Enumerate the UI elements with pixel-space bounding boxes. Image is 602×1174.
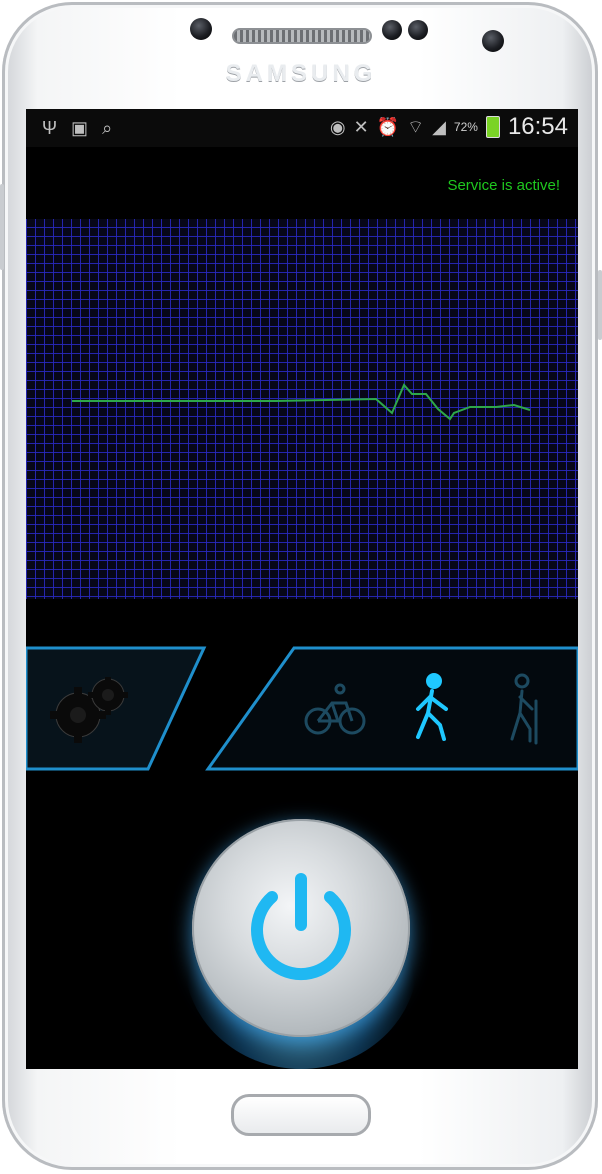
hiking-person-icon [510,673,538,745]
wifi-icon: ⌔ [407,117,425,137]
mode-cycling-button[interactable] [302,669,368,745]
usb-icon: Ψ [42,118,58,138]
earpiece-speaker [232,28,372,44]
gears-icon [50,675,128,743]
activity-graph-svg [72,383,531,421]
walking-person-icon [416,673,448,741]
settings-button[interactable] [44,675,140,743]
home-button[interactable] [231,1094,371,1136]
mode-hiking-button[interactable] [496,669,562,745]
battery-percent: 72% [453,120,478,134]
activity-graph [26,219,578,599]
brand-logo: SAMSUNG [225,60,377,87]
power-control [166,809,436,1069]
volume-button [0,184,4,270]
service-status: Service is active! [447,177,560,194]
power-icon [251,873,351,981]
search-icon: ⌕ [102,118,113,138]
side-power-button [598,270,602,340]
front-camera [482,30,504,52]
sensor-dot-right [408,20,428,40]
mute-icon: ✕ [353,117,369,137]
eye-icon: ◉ [329,117,346,137]
clock: 16:54 [507,113,568,140]
proximity-sensor [190,18,212,40]
power-button[interactable] [192,819,410,1037]
alarm-icon: ⏰ [376,117,400,137]
activity-trace [72,383,531,421]
signal-icon: ◢ [432,117,446,137]
image-icon: ▣ [71,118,89,138]
battery-icon [485,116,500,138]
status-bar: Ψ ▣ ⌕ ◉ ✕ ⏰ ⌔ ◢ 72% 16:54 [26,109,578,147]
bicycle-icon [304,683,366,735]
sensor-dot-left [382,20,402,40]
mode-walking-button[interactable] [400,669,466,745]
screen: Ψ ▣ ⌕ ◉ ✕ ⏰ ⌔ ◢ 72% 16:54 Service is act… [26,109,578,1069]
